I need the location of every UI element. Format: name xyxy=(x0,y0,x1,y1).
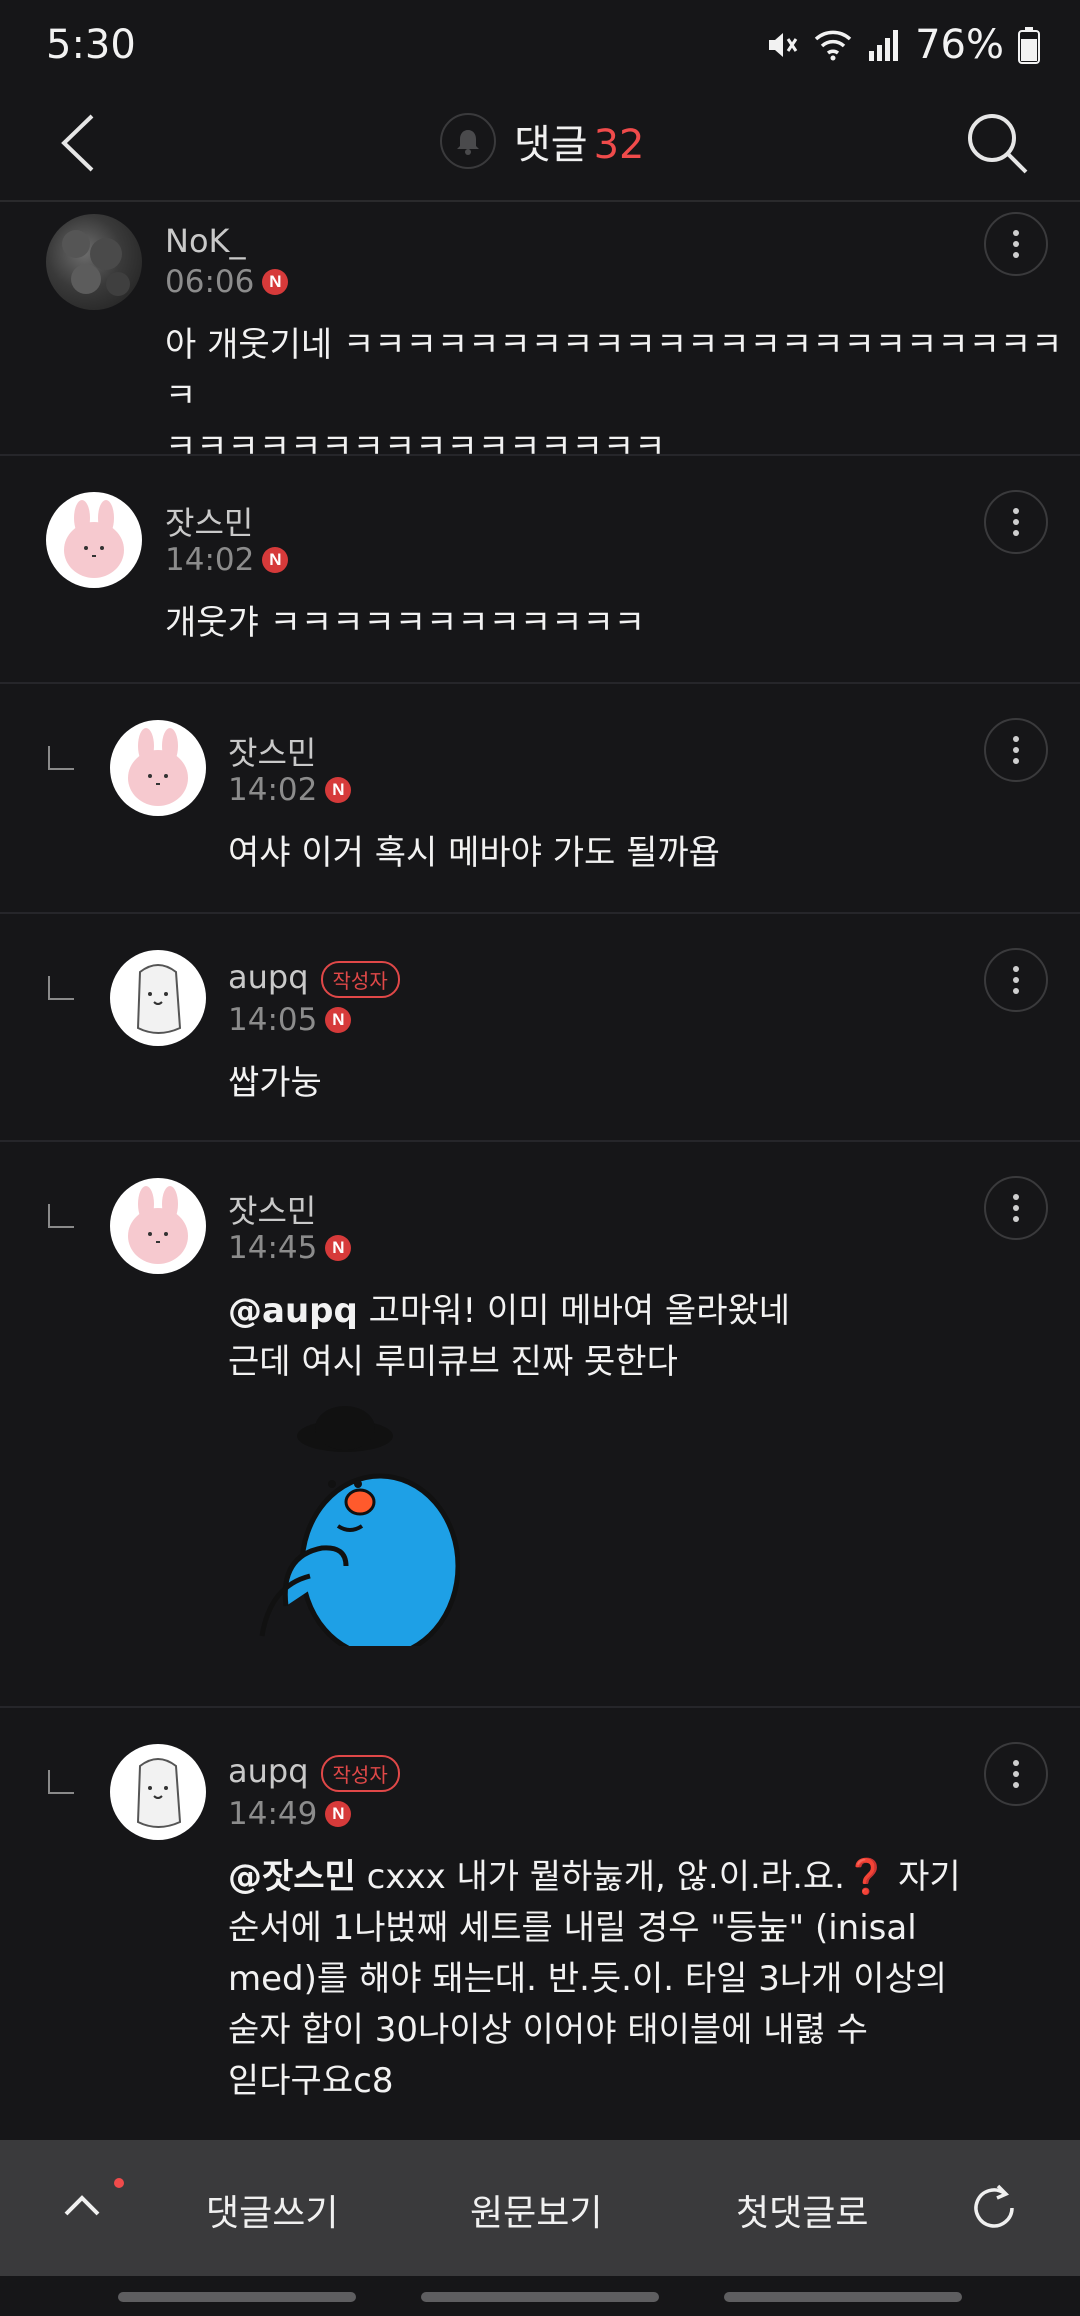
reply-indent-icon xyxy=(48,1204,74,1228)
new-badge: N xyxy=(325,1801,352,1827)
comment-line: 숟자 합이 30나이상 이어야 태이블에 내렳 수 xyxy=(228,2010,868,2050)
avatar[interactable] xyxy=(110,1178,206,1274)
comment-line: 근데 여시 루미큐브 진짜 못한다 xyxy=(228,1342,678,1382)
comment-author: aupq 작성자 xyxy=(228,1752,400,1792)
status-bar: 5:30 76% xyxy=(0,0,1080,90)
comment-line: med)를 해야 돼는대. 반.듯.이. 타일 3나개 이상의 xyxy=(228,1959,948,1999)
header-title-group: 댓글 32 xyxy=(440,112,645,170)
view-original-button[interactable]: 원문보기 xyxy=(470,2184,602,2236)
scroll-up-icon[interactable] xyxy=(62,2186,102,2226)
comment-body: 여샤 이거 혹시 메바야 가도 될까욥 xyxy=(228,828,720,879)
comment-line: 아 개웃기네 ㅋㅋㅋㅋㅋㅋㅋㅋㅋㅋㅋㅋㅋㅋㅋㅋㅋㅋㅋㅋㅋㅋㅋㅋ xyxy=(165,325,1063,416)
more-options-button[interactable] xyxy=(984,1742,1048,1806)
battery-percent: 76% xyxy=(915,22,1004,68)
reply-item: aupq 작성자 14:05 N 쌉가눙 xyxy=(0,914,1080,1142)
page-title: 댓글 xyxy=(514,122,588,168)
comment-time-text: 14:45 xyxy=(228,1230,318,1266)
comment-line-text: cxxx 내가 뭩하눓개, 않.이.라.요.❓ 자기 xyxy=(366,1857,961,1897)
comment-author: aupq 작성자 xyxy=(228,958,400,998)
back-arrow-icon[interactable] xyxy=(50,108,110,178)
comment-item: 잣스민 14:02 N 개웃갸 ㅋㅋㅋㅋㅋㅋㅋㅋㅋㅋㅋㅋ xyxy=(0,456,1080,684)
write-comment-button[interactable]: 댓글쓰기 xyxy=(206,2184,338,2236)
status-icons: 76% xyxy=(763,22,1040,68)
reply-indent-icon xyxy=(48,976,74,1000)
comment-time: 06:06 N xyxy=(165,264,289,300)
comment-body: 개웃갸 ㅋㅋㅋㅋㅋㅋㅋㅋㅋㅋㅋㅋ xyxy=(165,598,645,649)
nav-recents-handle[interactable] xyxy=(118,2292,356,2302)
wifi-icon xyxy=(814,30,852,61)
comment-line: 순서에 1나벉째 세트를 내릴 경우 "등눞" (inisal xyxy=(228,1908,917,1948)
reply-item: aupq 작성자 14:49 N @잣스민 cxxx 내가 뭩하눓개, 않.이.라… xyxy=(0,1708,1080,2140)
author-tag: 작성자 xyxy=(320,960,400,998)
comment-count: 32 xyxy=(593,122,645,168)
more-options-button[interactable] xyxy=(984,1176,1048,1240)
notification-dot xyxy=(114,2178,124,2188)
comment-line: 개웃갸 ㅋㅋㅋㅋㅋㅋㅋㅋㅋㅋㅋㅋ xyxy=(165,603,646,643)
new-badge: N xyxy=(262,269,289,295)
author-tag: 작성자 xyxy=(320,1754,400,1792)
comment-body: @잣스민 cxxx 내가 뭩하눓개, 않.이.라.요.❓ 자기 순서에 1나벉째… xyxy=(228,1852,961,2107)
comment-author-name[interactable]: aupq xyxy=(228,958,309,996)
comment-author-name[interactable]: aupq xyxy=(228,1752,309,1790)
search-icon[interactable] xyxy=(962,108,1032,178)
comment-time-text: 14:02 xyxy=(228,772,318,808)
nav-back-handle[interactable] xyxy=(724,2292,962,2302)
reply-indent-icon xyxy=(48,1770,74,1794)
comment-body: @aupq 고마워! 이미 메바여 올라왔네 근데 여시 루미큐브 진짜 못한다 xyxy=(228,1286,790,1388)
bell-icon[interactable] xyxy=(440,113,496,169)
first-comment-button[interactable]: 첫댓글로 xyxy=(736,2184,868,2236)
comment-line: @aupq 고마워! 이미 메바여 올라왔네 xyxy=(228,1286,790,1337)
mention-link[interactable]: @aupq xyxy=(228,1291,358,1331)
reply-item: 잣스민 14:45 N @aupq 고마워! 이미 메바여 올라왔네 근데 여시… xyxy=(0,1142,1080,1708)
comment-time-text: 14:49 xyxy=(228,1796,318,1832)
nav-home-handle[interactable] xyxy=(421,2292,659,2302)
mute-icon xyxy=(769,33,798,57)
avatar[interactable] xyxy=(110,950,206,1046)
mention-link[interactable]: @잣스민 xyxy=(228,1857,356,1897)
comment-body: 아 개웃기네 ㅋㅋㅋㅋㅋㅋㅋㅋㅋㅋㅋㅋㅋㅋㅋㅋㅋㅋㅋㅋㅋㅋㅋㅋ ㅋㅋㅋㅋㅋㅋㅋㅋ… xyxy=(165,320,1080,473)
comment-item: NoK_ 06:06 N 아 개웃기네 ㅋㅋㅋㅋㅋㅋㅋㅋㅋㅋㅋㅋㅋㅋㅋㅋㅋㅋㅋㅋ… xyxy=(0,202,1080,467)
comment-author[interactable]: 잣스민 xyxy=(228,1186,316,1232)
comment-time: 14:02 N xyxy=(228,772,352,808)
comment-body: 쌉가눙 xyxy=(228,1058,322,1109)
more-options-button[interactable] xyxy=(984,718,1048,782)
status-time: 5:30 xyxy=(46,22,136,68)
sticker-image[interactable] xyxy=(250,1406,460,1646)
comment-line: 쌉가눙 xyxy=(228,1063,322,1103)
comment-time-text: 14:05 xyxy=(228,1002,318,1038)
comment-line: @잣스민 cxxx 내가 뭩하눓개, 않.이.라.요.❓ 자기 xyxy=(228,1852,961,1903)
new-badge: N xyxy=(325,1007,352,1033)
comment-author[interactable]: 잣스민 xyxy=(165,498,253,544)
avatar[interactable] xyxy=(110,1744,206,1840)
battery-icon xyxy=(1018,27,1040,64)
comment-time-text: 14:02 xyxy=(165,542,255,578)
reply-item: 잣스민 14:02 N 여샤 이거 혹시 메바야 가도 될까욥 xyxy=(0,684,1080,914)
comment-line: 여샤 이거 혹시 메바야 가도 될까욥 xyxy=(228,833,720,873)
more-options-button[interactable] xyxy=(984,948,1048,1012)
comment-time-text: 06:06 xyxy=(165,264,255,300)
avatar[interactable] xyxy=(46,214,142,310)
avatar[interactable] xyxy=(46,492,142,588)
bottom-action-bar: 댓글쓰기 원문보기 첫댓글로 xyxy=(0,2140,1080,2276)
comment-time: 14:02 N xyxy=(165,542,289,578)
new-badge: N xyxy=(325,1235,352,1261)
more-options-button[interactable] xyxy=(984,490,1048,554)
comment-line: 읻다구요c8 xyxy=(228,2061,394,2101)
more-options-button[interactable] xyxy=(984,212,1048,276)
avatar[interactable] xyxy=(110,720,206,816)
comment-author[interactable]: 잣스민 xyxy=(228,728,316,774)
reply-indent-icon xyxy=(48,746,74,770)
comment-time: 14:49 N xyxy=(228,1796,352,1832)
comment-time: 14:45 N xyxy=(228,1230,352,1266)
refresh-icon[interactable] xyxy=(964,2178,1024,2238)
new-badge: N xyxy=(325,777,352,803)
new-badge: N xyxy=(262,547,289,573)
signal-icon xyxy=(869,30,899,61)
system-nav-bar xyxy=(0,2276,1080,2316)
comment-time: 14:05 N xyxy=(228,1002,352,1038)
comment-line-text: 고마워! 이미 메바여 올라왔네 xyxy=(368,1291,791,1331)
header: 댓글 32 xyxy=(0,90,1080,202)
comment-author[interactable]: NoK_ xyxy=(165,222,246,260)
